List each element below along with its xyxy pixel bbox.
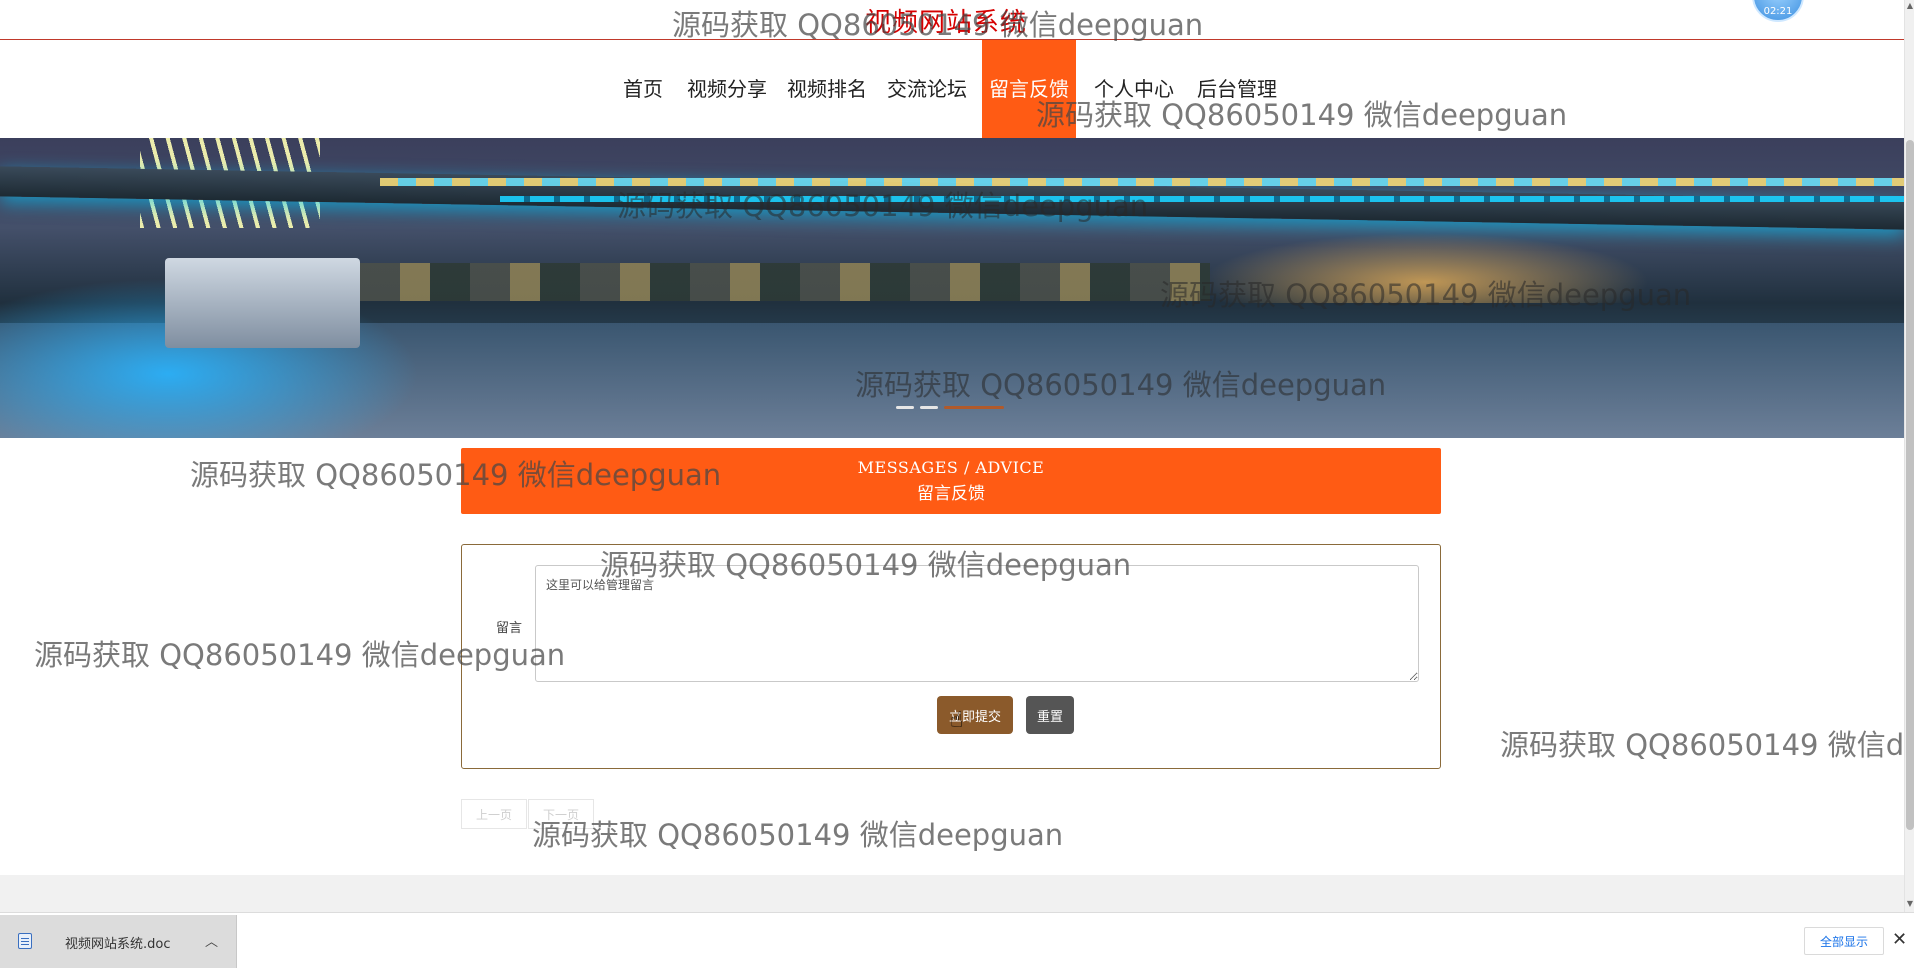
site-title: 视频网站系统 <box>865 8 1028 38</box>
chevron-up-icon[interactable]: ︿ <box>205 931 218 950</box>
download-bar: 视频网站系统.doc ︿ 全部显示 ✕ <box>0 912 1914 968</box>
watermark-text: 源码获取 QQ86050149 微信deepguan <box>1500 728 1904 762</box>
banner-city-glow <box>1200 233 1650 303</box>
message-form: 留言 立即提交 重置 ☝ <box>461 544 1441 769</box>
watermark-text: 源码获取 QQ86050149 微信deepguan <box>532 818 1064 852</box>
page: 视频网站系统 02:21 首页 视频分享 视频排名 交流论坛 留言反馈 个人中心… <box>0 0 1914 968</box>
nav-item-video-share[interactable]: 视频分享 <box>683 40 771 138</box>
document-icon <box>18 933 32 949</box>
section-title-en: MESSAGES / ADVICE <box>857 458 1045 477</box>
nav-item-user-center[interactable]: 个人中心 <box>1090 40 1178 138</box>
user-avatar[interactable]: 02:21 <box>1752 0 1804 22</box>
prev-page-button[interactable]: 上一页 <box>461 799 527 829</box>
nav-item-video-rank[interactable]: 视频排名 <box>783 40 871 138</box>
message-label: 留言 <box>496 621 523 636</box>
submit-button[interactable]: 立即提交 <box>937 696 1013 734</box>
vertical-scrollbar[interactable]: ▲ ▼ <box>1904 0 1914 912</box>
download-file-name: 视频网站系统.doc <box>65 937 171 952</box>
banner-bridge-pillar <box>165 258 360 348</box>
banner-carousel[interactable] <box>0 138 1904 438</box>
reset-button[interactable]: 重置 <box>1026 696 1074 734</box>
next-page-button[interactable]: 下一页 <box>528 799 594 829</box>
carousel-dot-2[interactable] <box>920 406 938 409</box>
scroll-down-icon[interactable]: ▼ <box>1905 898 1914 910</box>
banner-bridge-lights-lower <box>500 196 1904 202</box>
main-nav: 首页 视频分享 视频排名 交流论坛 留言反馈 个人中心 后台管理 <box>0 40 1904 138</box>
nav-item-forum[interactable]: 交流论坛 <box>883 40 971 138</box>
nav-item-admin[interactable]: 后台管理 <box>1193 40 1281 138</box>
section-title-bar: MESSAGES / ADVICE 留言反馈 <box>461 448 1441 514</box>
nav-item-feedback[interactable]: 留言反馈 <box>982 40 1076 138</box>
close-icon[interactable]: ✕ <box>1892 929 1907 950</box>
scroll-thumb[interactable] <box>1906 140 1914 830</box>
page-footer <box>0 875 1904 912</box>
banner-buildings <box>360 263 1210 301</box>
carousel-dot-3[interactable] <box>944 406 1004 409</box>
scroll-up-icon[interactable]: ▲ <box>1905 0 1914 12</box>
carousel-dot-1[interactable] <box>896 406 914 409</box>
site-header: 视频网站系统 02:21 <box>0 0 1904 40</box>
banner-bridge-lights <box>380 178 1904 186</box>
nav-item-home[interactable]: 首页 <box>613 40 673 138</box>
show-all-button[interactable]: 全部显示 <box>1804 927 1884 955</box>
section-title-cn: 留言反馈 <box>917 484 985 504</box>
download-item[interactable]: 视频网站系统.doc ︿ <box>0 915 237 968</box>
message-textarea[interactable] <box>535 565 1419 682</box>
